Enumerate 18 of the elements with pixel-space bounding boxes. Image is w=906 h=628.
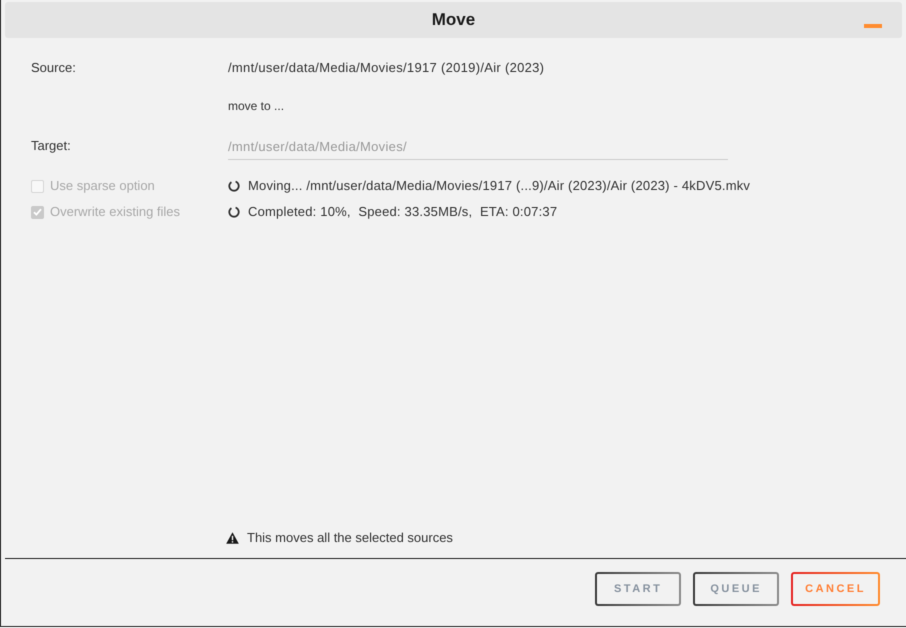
- progress-status: Completed: 10%, Speed: 33.35MB/s, ETA: 0:07:37: [248, 203, 558, 222]
- window-title: Move: [432, 9, 476, 32]
- cancel-button[interactable]: CANCEL: [791, 572, 880, 606]
- action-button[interactable]: START: [595, 572, 682, 606]
- target-label: Target:: [31, 137, 72, 156]
- notice-text: This moves all the selected sources: [247, 529, 453, 548]
- source-label: Source:: [31, 59, 77, 78]
- spinner-icon: [228, 206, 240, 218]
- spinner-icon: [228, 180, 240, 192]
- progress-status: Moving... /mnt/user/data/Media/Movies/1917 (...9)/Air (2023)/Air (2023) - 4kDV5.mkv: [248, 177, 750, 196]
- source-path: /mnt/user/data/Media/Movies/1917 (2019)/Air (2023): [228, 59, 544, 78]
- option-label: Overwrite existing files: [50, 203, 180, 222]
- warning-icon: [226, 532, 239, 544]
- move-to-text: move to ...: [228, 98, 284, 115]
- action-button[interactable]: QUEUE: [693, 572, 780, 606]
- checkmark-icon: [33, 208, 42, 216]
- minimize-icon[interactable]: [864, 24, 882, 28]
- option-label: Use sparse option: [50, 177, 155, 196]
